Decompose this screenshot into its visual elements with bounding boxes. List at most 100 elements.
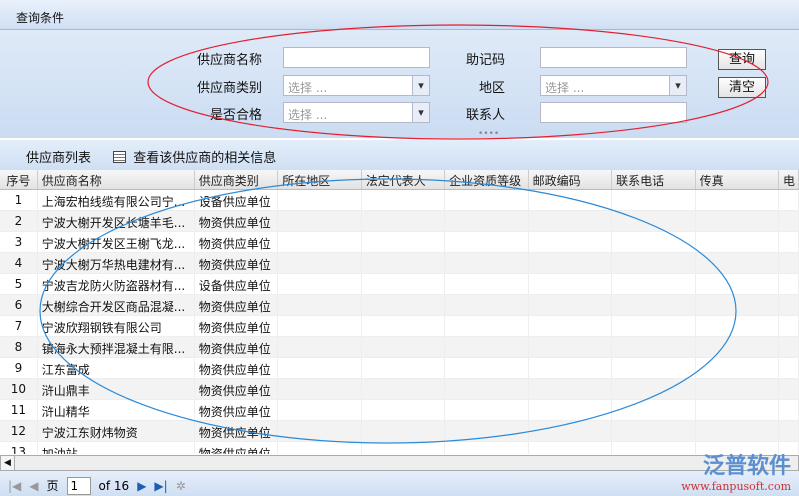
table-cell: 物资供应单位 <box>195 421 279 441</box>
table-cell <box>612 211 696 231</box>
column-header[interactable]: 邮政编码 <box>529 170 613 189</box>
table-row[interactable]: 2 宁波大榭开发区长塘羊毛... 物资供应单位 <box>0 211 799 232</box>
table-row[interactable]: 8 镇海永大预拌混凝土有限... 物资供应单位 <box>0 337 799 358</box>
table-row[interactable]: 12 宁波江东财炜物资 物资供应单位 <box>0 421 799 442</box>
column-header[interactable]: 供应商类别 <box>195 170 279 189</box>
table-row[interactable]: 4 宁波大榭万华热电建材有... 物资供应单位 <box>0 253 799 274</box>
table-cell: 2 <box>0 211 38 231</box>
table-cell <box>612 253 696 273</box>
column-header[interactable]: 电 <box>779 170 799 189</box>
table-cell <box>612 379 696 399</box>
supplier-name-input[interactable] <box>283 47 430 68</box>
table-cell <box>529 337 613 357</box>
column-header[interactable]: 联系电话 <box>612 170 696 189</box>
view-info-button[interactable]: 查看该供应商的相关信息 <box>133 147 276 166</box>
table-cell <box>445 190 529 210</box>
table-cell: 宁波江东财炜物资 <box>38 421 195 441</box>
table-cell: 物资供应单位 <box>195 211 279 231</box>
last-page-icon[interactable]: ▶| <box>154 479 167 493</box>
table-cell <box>779 274 799 294</box>
table-cell <box>445 358 529 378</box>
table-cell: 12 <box>0 421 38 441</box>
table-cell <box>612 358 696 378</box>
table-cell: 上海宏柏线缆有限公司宁... <box>38 190 195 210</box>
table-cell <box>278 379 362 399</box>
document-icon <box>113 151 127 163</box>
table-cell <box>696 337 780 357</box>
table-cell <box>362 190 446 210</box>
table-cell <box>278 337 362 357</box>
page-input[interactable]: 1 <box>66 476 91 495</box>
table-cell <box>362 232 446 252</box>
table-row[interactable]: 5 宁波吉龙防火防盗器材有... 设备供应单位 <box>0 274 799 295</box>
table-cell <box>362 442 446 454</box>
table-cell <box>362 316 446 336</box>
table-row[interactable]: 3 宁波大榭开发区王榭飞龙... 物资供应单位 <box>0 232 799 253</box>
table-row[interactable]: 7 宁波欣翔钢铁有限公司 物资供应单位 <box>0 316 799 337</box>
table-row[interactable]: 10 浒山鼎丰 物资供应单位 <box>0 379 799 400</box>
table-cell <box>612 337 696 357</box>
table-cell: 13 <box>0 442 38 454</box>
table-row[interactable]: 11 浒山精华 物资供应单位 <box>0 400 799 421</box>
column-header[interactable]: 传真 <box>696 170 780 189</box>
table-cell: 大榭综合开发区商品混凝... <box>38 295 195 315</box>
table-cell <box>779 358 799 378</box>
first-page-icon[interactable]: |◀ <box>8 479 21 493</box>
supplier-grid: 序号 供应商名称 供应商类别 所在地区 法定代表人 企业资质等级 邮政编码 联系电话 传真电 1… <box>0 170 799 454</box>
column-header[interactable]: 序号 <box>0 170 38 189</box>
table-cell <box>278 421 362 441</box>
table-cell: 物资供应单位 <box>195 232 279 252</box>
column-header[interactable]: 企业资质等级 <box>445 170 529 189</box>
table-cell: 宁波大榭万华热电建材有... <box>38 253 195 273</box>
column-header[interactable]: 所在地区 <box>278 170 362 189</box>
region-select[interactable]: 选择 ... <box>540 75 687 96</box>
table-cell <box>362 274 446 294</box>
table-row[interactable]: 6 大榭综合开发区商品混凝... 物资供应单位 <box>0 295 799 316</box>
supplier-type-label: 供应商类别 <box>196 81 262 96</box>
collapse-grip[interactable]: •••• <box>478 129 499 139</box>
table-row[interactable]: 1 上海宏柏线缆有限公司宁... 设备供应单位 <box>0 190 799 211</box>
search-button[interactable]: 查询 <box>718 49 766 70</box>
grid-header: 序号 供应商名称 供应商类别 所在地区 法定代表人 企业资质等级 邮政编码 联系电话 传真电 <box>0 170 799 190</box>
clear-button[interactable]: 清空 <box>718 77 766 98</box>
contact-input[interactable] <box>540 102 687 123</box>
table-cell: 物资供应单位 <box>195 442 279 454</box>
query-panel-title: 查询条件 <box>0 0 799 30</box>
table-row[interactable]: 13 加油站 物资供应单位 <box>0 442 799 454</box>
prev-page-icon[interactable]: ◀ <box>29 479 38 493</box>
table-cell <box>696 190 780 210</box>
table-cell <box>445 211 529 231</box>
region-label: 地区 <box>478 81 505 96</box>
horizontal-scrollbar[interactable]: ◀ <box>0 455 799 471</box>
scroll-left-arrow-icon[interactable]: ◀ <box>1 456 15 470</box>
table-cell <box>779 379 799 399</box>
table-cell <box>362 421 446 441</box>
next-page-icon[interactable]: ▶ <box>137 479 146 493</box>
table-cell <box>445 400 529 420</box>
logo: 泛普软件 www.fanpusoft.com <box>681 448 791 493</box>
refresh-icon[interactable]: ✲ <box>176 479 186 493</box>
table-cell <box>612 400 696 420</box>
grid-body: 1 上海宏柏线缆有限公司宁... 设备供应单位 2 宁波大榭开发区长塘羊毛... 物资供应… <box>0 190 799 454</box>
table-cell <box>529 421 613 441</box>
table-cell <box>612 295 696 315</box>
column-header[interactable]: 法定代表人 <box>362 170 446 189</box>
qualified-select[interactable]: 选择 ... <box>283 102 430 123</box>
table-cell <box>445 442 529 454</box>
table-cell <box>529 190 613 210</box>
table-cell <box>362 295 446 315</box>
table-cell <box>696 400 780 420</box>
table-row[interactable]: 9 江东富成 物资供应单位 <box>0 358 799 379</box>
table-cell <box>278 232 362 252</box>
table-cell <box>362 358 446 378</box>
table-cell: 浒山精华 <box>38 400 195 420</box>
table-cell <box>445 274 529 294</box>
supplier-type-select[interactable]: 选择 ... <box>283 75 430 96</box>
table-cell <box>529 358 613 378</box>
table-cell <box>696 295 780 315</box>
table-cell: 宁波欣翔钢铁有限公司 <box>38 316 195 336</box>
mnemonic-input[interactable] <box>540 47 687 68</box>
table-cell <box>529 442 613 454</box>
table-cell: 加油站 <box>38 442 195 454</box>
column-header[interactable]: 供应商名称 <box>38 170 195 189</box>
